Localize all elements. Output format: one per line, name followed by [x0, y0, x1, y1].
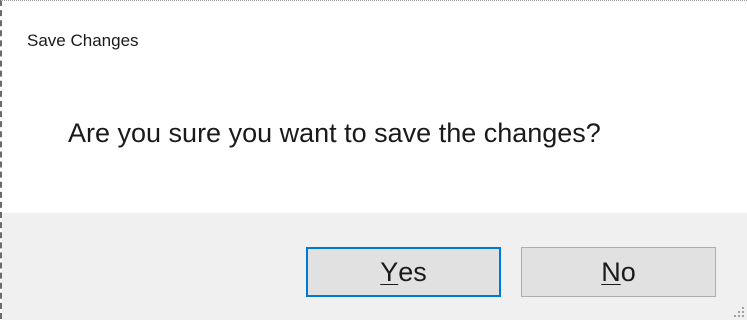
- no-button-label-rest: o: [620, 256, 636, 287]
- size-grip-icon[interactable]: [733, 306, 745, 318]
- no-button-accelerator: N: [601, 256, 621, 287]
- save-changes-dialog: Save Changes Are you sure you want to sa…: [0, 0, 747, 320]
- dialog-title: Save Changes: [27, 31, 139, 50]
- button-bar: Yes No: [2, 213, 747, 320]
- yes-button[interactable]: Yes: [306, 247, 501, 297]
- yes-button-label-rest: es: [398, 256, 427, 287]
- no-button[interactable]: No: [521, 247, 716, 297]
- dialog-message: Are you sure you want to save the change…: [68, 118, 601, 148]
- yes-button-accelerator: Y: [380, 256, 399, 287]
